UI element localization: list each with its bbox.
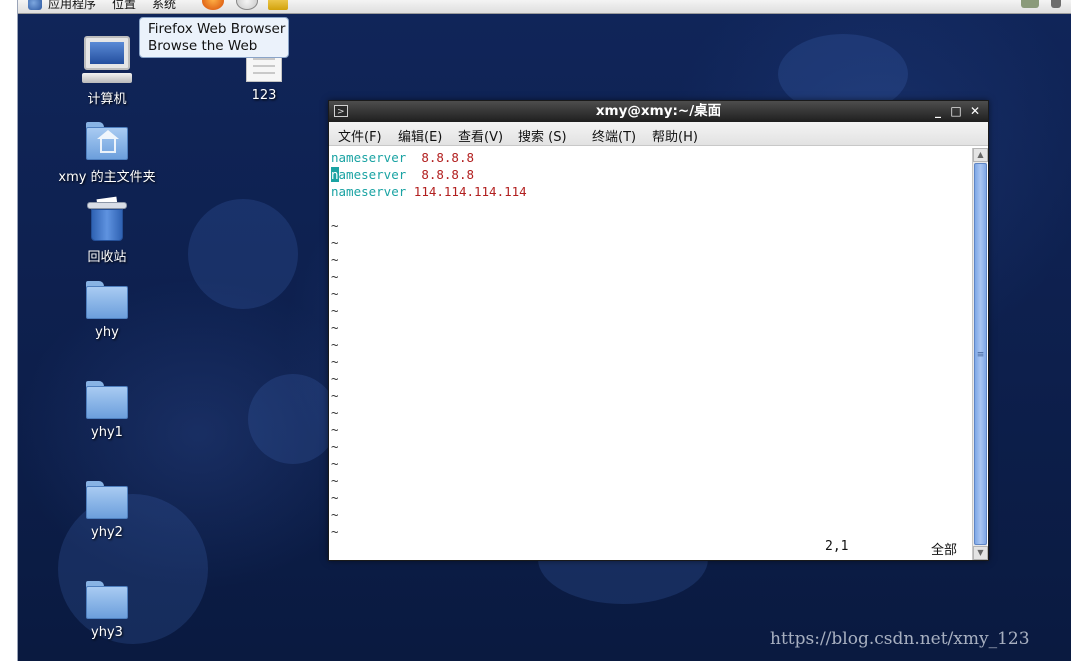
desktop-icon-label: yhy2 — [91, 525, 123, 540]
firefox-launcher-icon[interactable] — [202, 0, 224, 10]
tilde-marker: ~ — [331, 422, 339, 437]
tilde-marker: ~ — [331, 269, 339, 284]
menu-edit[interactable]: 编辑(E) — [398, 126, 442, 145]
notes-launcher-icon[interactable] — [268, 0, 288, 10]
scroll-down-button[interactable]: ▼ — [973, 546, 988, 560]
scroll-up-button[interactable]: ▲ — [973, 148, 988, 162]
tilde-marker: ~ — [331, 405, 339, 420]
line-keyword: nameserver — [331, 150, 407, 165]
system-tray — [1021, 0, 1061, 8]
left-edge-strip — [0, 0, 18, 661]
text-cursor: n — [331, 167, 339, 182]
vim-editor[interactable]: nameserver 8.8.8.8 nameserver 8.8.8.8 na… — [329, 147, 970, 560]
desktop-icon-label: yhy1 — [91, 425, 123, 440]
folder-icon — [86, 281, 128, 319]
panel-menu-system[interactable]: 系统 — [152, 0, 176, 12]
desktop-icon-label: yhy — [95, 325, 119, 340]
line-value: 8.8.8.8 — [406, 150, 474, 165]
editor-line-3: nameserver 114.114.114.114 — [331, 183, 527, 200]
volume-icon[interactable] — [1051, 0, 1061, 8]
minimize-button[interactable]: _ — [929, 102, 947, 120]
menu-help[interactable]: 帮助(H) — [652, 126, 698, 145]
folder-icon — [86, 481, 128, 519]
scroll-thumb[interactable]: ≡ — [974, 163, 987, 545]
desktop-icon-home[interactable]: xmy 的主文件夹 — [52, 122, 162, 185]
file-extent: 全部 — [931, 543, 958, 558]
mail-launcher-icon[interactable] — [236, 0, 258, 10]
menu-terminal[interactable]: 终端(T) — [592, 126, 636, 145]
panel-menu-applications[interactable]: 应用程序 — [48, 0, 96, 12]
home-folder-icon — [86, 122, 128, 160]
terminal-window[interactable]: xmy@xmy:~/桌面 _ □ ✕ 文件(F) 编辑(E) 查看(V) 搜索 … — [328, 100, 989, 561]
trash-icon — [87, 196, 127, 242]
tilde-marker: ~ — [331, 320, 339, 335]
desktop-icon-label: 123 — [251, 88, 277, 103]
tilde-marker: ~ — [331, 507, 339, 522]
desktop-icon-yhy[interactable]: yhy — [52, 281, 162, 340]
folder-icon — [86, 581, 128, 619]
desktop-icon-trash[interactable]: 回收站 — [52, 196, 162, 265]
tilde-marker: ~ — [331, 490, 339, 505]
terminal-title: xmy@xmy:~/桌面 — [595, 103, 722, 119]
tilde-marker: ~ — [331, 473, 339, 488]
menu-view[interactable]: 查看(V) — [458, 126, 503, 145]
tilde-marker: ~ — [331, 286, 339, 301]
terminal-titlebar[interactable]: xmy@xmy:~/桌面 _ □ ✕ — [329, 101, 988, 123]
desktop-icon-label: xmy 的主文件夹 — [58, 170, 156, 185]
tilde-marker: ~ — [331, 303, 339, 318]
wallpaper-bubble — [248, 374, 338, 464]
panel-menu-places[interactable]: 位置 — [112, 0, 136, 12]
network-icon[interactable] — [1021, 0, 1039, 8]
line-value: 8.8.8.8 — [406, 167, 474, 182]
top-panel: 应用程序 位置 系统 — [18, 0, 1071, 14]
computer-icon — [82, 36, 132, 84]
line-keyword: nameserver — [331, 184, 407, 199]
tilde-marker: ~ — [331, 439, 339, 454]
desktop-icon-label: 回收站 — [87, 250, 127, 265]
tilde-marker: ~ — [331, 371, 339, 386]
wallpaper-bubble — [188, 199, 298, 309]
line-value: 114.114.114.114 — [406, 184, 527, 199]
menu-search[interactable]: 搜索 (S) — [518, 126, 567, 145]
desktop-icon-yhy3[interactable]: yhy3 — [52, 581, 162, 640]
desktop-icon-label: 计算机 — [87, 92, 127, 107]
desktop-icon-label: yhy3 — [91, 625, 123, 640]
close-button[interactable]: ✕ — [966, 102, 984, 120]
terminal-scrollbar[interactable]: ▲ ≡ ▼ — [972, 148, 988, 560]
maximize-button[interactable]: □ — [947, 102, 965, 120]
folder-icon — [86, 381, 128, 419]
tilde-marker: ~ — [331, 218, 339, 233]
menu-file[interactable]: 文件(F) — [338, 126, 382, 145]
firefox-tooltip: Firefox Web Browser Browse the Web — [139, 17, 289, 58]
tilde-marker: ~ — [331, 235, 339, 250]
watermark: https://blog.csdn.net/xmy_123 — [770, 629, 1030, 649]
terminal-menubar: 文件(F) 编辑(E) 查看(V) 搜索 (S) 终端(T) 帮助(H) — [329, 122, 988, 146]
terminal-icon — [334, 102, 348, 123]
panel-menus: 应用程序 位置 系统 — [28, 0, 192, 12]
desktop-icon-yhy1[interactable]: yhy1 — [52, 381, 162, 440]
desktop-icon-yhy2[interactable]: yhy2 — [52, 481, 162, 540]
cursor-position: 2,1 — [825, 539, 849, 554]
tilde-marker: ~ — [331, 337, 339, 352]
tilde-marker: ~ — [331, 524, 339, 539]
tilde-marker: ~ — [331, 354, 339, 369]
applications-icon — [28, 0, 42, 10]
tooltip-description: Browse the Web — [148, 38, 258, 54]
tilde-marker: ~ — [331, 252, 339, 267]
tilde-marker: ~ — [331, 456, 339, 471]
tooltip-title: Firefox Web Browser — [148, 21, 286, 37]
editor-line-1: nameserver 8.8.8.8 — [331, 149, 474, 166]
tilde-marker: ~ — [331, 388, 339, 403]
line-keyword: ameserver — [338, 167, 407, 182]
editor-line-2: nameserver 8.8.8.8 — [331, 166, 474, 183]
